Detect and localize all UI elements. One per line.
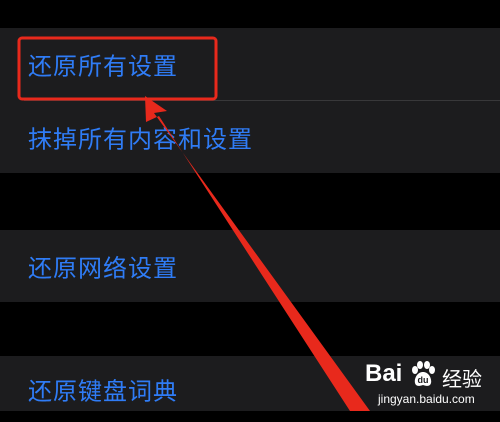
baidu-jingyan-watermark: Bai du 经验 jingyan.baidu.com xyxy=(340,354,495,408)
network-reset-group: 还原网络设置 xyxy=(0,230,500,302)
baidu-paw-icon: du xyxy=(412,361,435,386)
reset-keyboard-dictionary-label: 还原键盘词典 xyxy=(28,377,178,406)
erase-all-content-row[interactable]: 抹掉所有内容和设置 xyxy=(0,100,500,173)
watermark-suffix: 经验 xyxy=(442,367,482,391)
watermark-url: jingyan.baidu.com xyxy=(378,392,475,406)
reset-all-settings-label: 还原所有设置 xyxy=(28,52,178,81)
watermark-brand: Bai xyxy=(365,360,403,387)
erase-all-content-label: 抹掉所有内容和设置 xyxy=(28,125,253,153)
reset-options-group: 还原所有设置 抹掉所有内容和设置 xyxy=(0,28,500,173)
reset-network-settings-row[interactable]: 还原网络设置 xyxy=(0,230,500,302)
svg-text:du: du xyxy=(418,375,429,385)
reset-network-settings-label: 还原网络设置 xyxy=(28,254,178,283)
reset-all-settings-row[interactable]: 还原所有设置 xyxy=(0,28,500,100)
